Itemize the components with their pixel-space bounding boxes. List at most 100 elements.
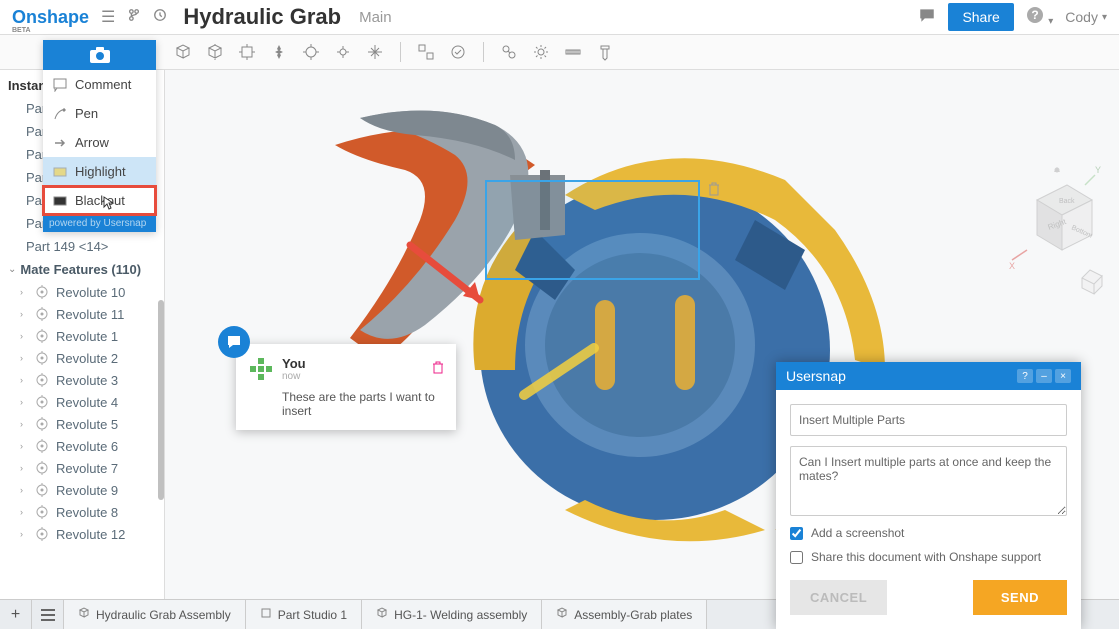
rack-icon[interactable] [562,41,584,63]
chevron-right-icon: › [20,463,28,473]
feature-item[interactable]: ›Revolute 1 [0,325,164,347]
svg-text:?: ? [1031,8,1038,22]
revolute-icon [34,504,50,520]
mate-icon[interactable] [236,41,258,63]
annotation-highlight[interactable]: Highlight [43,157,156,186]
tab-grab-plates[interactable]: Assembly-Grab plates [542,600,707,629]
annotation-arrow[interactable]: Arrow [43,128,156,157]
usersnap-share-checkbox[interactable]: Share this document with Onshape support [790,550,1067,564]
feature-item[interactable]: ›Revolute 2 [0,347,164,369]
history-icon[interactable] [153,8,167,27]
share-checkbox-input[interactable] [790,551,803,564]
scrollbar-thumb[interactable] [158,300,164,500]
annotation-pen[interactable]: Pen [43,99,156,128]
speech-bubble-icon [226,334,242,350]
usersnap-close-icon[interactable]: × [1055,369,1071,383]
usersnap-panel: Usersnap ? – × Add a screenshot Share th… [776,362,1081,629]
feature-item[interactable]: ›Revolute 5 [0,413,164,435]
chevron-down-icon: ⌄ [8,264,16,275]
comment-icon [53,78,67,92]
usersnap-subject-input[interactable] [790,404,1067,436]
feature-item[interactable]: ›Revolute 9 [0,479,164,501]
usersnap-message-input[interactable] [790,446,1067,516]
feature-item[interactable]: ›Revolute 6 [0,435,164,457]
screw-icon[interactable] [594,41,616,63]
comment-pin[interactable] [218,326,250,358]
relation-icon[interactable] [498,41,520,63]
delete-comment-icon[interactable] [432,361,444,377]
document-title: Hydraulic Grab [183,4,341,30]
revolute-icon [34,482,50,498]
camera-icon [88,46,112,64]
mate-features-group[interactable]: ⌄ Mate Features (110) [0,258,164,281]
pen-icon [53,107,67,121]
app-header: Onshape BETA ☰ Hydraulic Grab Main Share… [0,0,1119,35]
logo: Onshape BETA [12,7,89,28]
feature-item[interactable]: ›Revolute 10 [0,281,164,303]
tab-assembly[interactable]: Hydraulic Grab Assembly [64,600,246,629]
tab-list-button[interactable] [32,600,64,629]
revolute-icon [34,372,50,388]
comment-card: You now These are the parts I want to in… [236,344,456,430]
fastened-mate-icon[interactable] [268,41,290,63]
feature-item[interactable]: ›Revolute 11 [0,303,164,325]
screenshot-checkbox-input[interactable] [790,527,803,540]
chevron-right-icon: › [20,397,28,407]
highlight-icon [53,165,67,179]
chat-icon[interactable] [918,6,936,29]
revolute-icon [34,306,50,322]
feature-item[interactable]: ›Revolute 7 [0,457,164,479]
feature-item[interactable]: ›Revolute 3 [0,369,164,391]
blackout-icon [53,194,67,208]
part-tab-icon [260,607,272,622]
annotation-menu-header [43,40,156,70]
assembly-tab-icon [556,607,568,622]
insert-icon[interactable] [172,41,194,63]
arrow-icon [53,136,67,150]
document-branch: Main [359,9,392,26]
chevron-right-icon: › [20,309,28,319]
annotation-comment[interactable]: Comment [43,70,156,99]
gear-icon[interactable] [530,41,552,63]
revolute-icon [34,350,50,366]
assembly-toolbar [0,35,1119,70]
tab-welding[interactable]: HG-1- Welding assembly [362,600,542,629]
group-icon[interactable] [415,41,437,63]
usersnap-cancel-button[interactable]: CANCEL [790,580,887,615]
comment-timestamp: now [282,371,306,382]
branch-icon[interactable] [127,8,141,27]
feature-item[interactable]: ›Revolute 4 [0,391,164,413]
share-button[interactable]: Share [948,3,1013,31]
transform-icon[interactable] [204,41,226,63]
assembly-tab-icon [376,607,388,622]
help-icon[interactable]: ? ▾ [1026,6,1053,29]
add-tab-button[interactable]: + [0,600,32,629]
delete-selection-icon[interactable] [707,182,721,199]
selection-rectangle[interactable] [485,180,700,280]
usersnap-header: Usersnap ? – × [776,362,1081,390]
tree-item[interactable]: Part 149 <14> [0,235,164,258]
usersnap-screenshot-checkbox[interactable]: Add a screenshot [790,526,1067,540]
annotation-tool-menu: Comment Pen Arrow Highlight Blackout pow… [43,40,156,232]
chevron-right-icon: › [20,419,28,429]
chevron-right-icon: › [20,287,28,297]
usersnap-minimize-icon[interactable]: – [1036,369,1052,383]
planar-mate-icon[interactable] [364,41,386,63]
usersnap-help-icon[interactable]: ? [1017,369,1033,383]
user-menu[interactable]: Cody▾ [1065,9,1107,25]
chevron-right-icon: › [20,485,28,495]
revolute-mate-icon[interactable] [300,41,322,63]
slider-mate-icon[interactable] [332,41,354,63]
annotation-blackout[interactable]: Blackout [43,186,156,215]
arrow-annotation[interactable] [405,240,500,320]
feature-item[interactable]: ›Revolute 8 [0,501,164,523]
feature-item[interactable]: ›Revolute 12 [0,523,164,545]
revolute-icon [34,328,50,344]
tab-part-studio[interactable]: Part Studio 1 [246,600,362,629]
chevron-right-icon: › [20,529,28,539]
highlight-annotation[interactable] [514,340,604,405]
menu-icon[interactable]: ☰ [101,7,115,27]
logo-beta: BETA [12,27,31,34]
usersnap-send-button[interactable]: SEND [973,580,1067,615]
connector-icon[interactable] [447,41,469,63]
